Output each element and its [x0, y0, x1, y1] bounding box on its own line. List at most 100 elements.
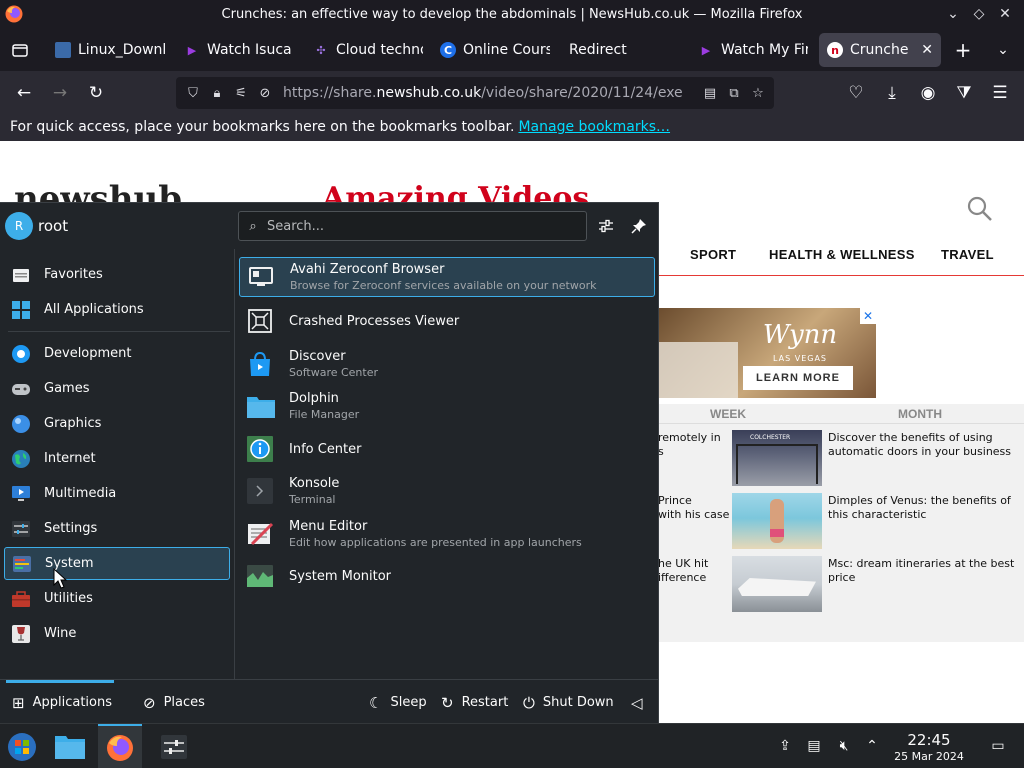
app-crashed-processes-viewer[interactable]: Crashed Processes Viewer [239, 301, 655, 341]
tab-linux-download[interactable]: Linux_Downl [47, 33, 173, 67]
app-info-center[interactable]: Info Center [239, 429, 655, 469]
nav-sport[interactable]: SPORT [690, 247, 736, 262]
permissions-icon[interactable]: ⚟ [229, 81, 253, 105]
nav-health-wellness[interactable]: HEALTH & WELLNESS [769, 247, 915, 262]
mouse-cursor-icon [53, 568, 67, 589]
places-tab[interactable]: ⊘ Places [143, 680, 205, 725]
story-fragment-2[interactable]: Prince with his case [658, 494, 729, 522]
launcher-search-input[interactable] [267, 218, 567, 234]
launcher-search[interactable]: ⌕ [238, 211, 587, 241]
picture-in-picture-icon[interactable]: ⧉ [722, 81, 746, 105]
tab-month[interactable]: MONTH [898, 407, 942, 421]
category-system[interactable]: System [4, 547, 230, 580]
taskbar-firefox[interactable] [98, 724, 142, 768]
tab-online-courses[interactable]: C Online Cours [432, 33, 558, 67]
ad-close-icon[interactable]: ✕ [860, 308, 876, 324]
tab-cloud-technology[interactable]: ✣ Cloud techno [305, 33, 431, 67]
story-fragment-1[interactable]: remotely in s [658, 431, 721, 459]
app-menu-editor[interactable]: Menu Editor Edit how applications are pre… [239, 514, 655, 554]
lock-icon[interactable]: 🔒︎ [205, 81, 229, 105]
story-link-2[interactable]: Dimples of Venus: the benefits of this ch… [828, 494, 1011, 522]
category-games[interactable]: Games [4, 372, 230, 405]
tab-overview-button[interactable] [6, 33, 34, 67]
extensions-icon[interactable]: ⧩ [950, 79, 978, 107]
reader-view-icon[interactable]: ▤ [698, 81, 722, 105]
category-graphics[interactable]: Graphics [4, 407, 230, 440]
close-window-icon[interactable]: ✕ [994, 4, 1016, 24]
bookmark-star-icon[interactable]: ☆ [746, 81, 770, 105]
clipboard-icon[interactable]: ▤ [804, 736, 824, 756]
shield-icon[interactable]: ⛉ [181, 81, 205, 105]
app-dolphin[interactable]: Dolphin File Manager [239, 386, 655, 426]
category-settings[interactable]: Settings [4, 512, 230, 545]
story-thumbnail[interactable] [732, 556, 822, 612]
category-utilities[interactable]: Utilities [4, 582, 230, 615]
close-tab-icon[interactable]: ✕ [921, 42, 933, 58]
app-discover[interactable]: Discover Software Center [239, 344, 655, 384]
account-icon[interactable]: ◉ [914, 79, 942, 107]
tab-redirect[interactable]: Redirect [561, 33, 687, 67]
story-thumbnail[interactable] [732, 493, 822, 549]
url-text[interactable]: https://share.newshub.co.uk/video/share/… [277, 85, 698, 101]
manage-bookmarks-link[interactable]: Manage bookmarks… [518, 119, 670, 135]
story-link-3[interactable]: Msc: dream itineraries at the best price [828, 557, 1014, 585]
downloads-icon[interactable]: ⤓ [878, 79, 906, 107]
start-menu-button[interactable] [0, 724, 44, 768]
restart-button[interactable]: ↻ Restart [441, 680, 508, 725]
app-avahi-zeroconf-browser[interactable]: Avahi Zeroconf Browser Browse for Zerocon… [239, 257, 655, 297]
category-all-applications[interactable]: All Applications [4, 293, 230, 326]
search-icon: ⌕ [249, 218, 257, 234]
tab-watch-isuca[interactable]: ▶ Watch Isuca [176, 33, 302, 67]
application-launcher: R root ⌕ Favorites All Applications Deve… [0, 202, 659, 723]
minimize-icon[interactable]: ⌄ [942, 4, 964, 24]
site-search-icon[interactable] [966, 195, 994, 223]
pin-icon[interactable] [626, 213, 652, 239]
tray-expand-icon[interactable]: ⌃ [862, 736, 882, 756]
applications-tab[interactable]: ⊞ Applications [12, 680, 112, 725]
back-icon[interactable]: ← [10, 79, 38, 107]
menu-hamburger-icon[interactable]: ☰ [986, 79, 1014, 107]
tab-manager-icon [12, 44, 28, 57]
category-internet[interactable]: Internet [4, 442, 230, 475]
app-konsole[interactable]: Konsole Terminal [239, 471, 655, 511]
tab-watch-my-first[interactable]: ▶ Watch My Fir [690, 33, 816, 67]
category-multimedia[interactable]: Multimedia [4, 477, 230, 510]
compass-icon: ⊘ [143, 693, 156, 712]
leave-more-button[interactable]: ◁ [631, 680, 643, 725]
applications-grid-icon: ⊞ [12, 693, 25, 712]
category-favorites[interactable]: Favorites [4, 258, 230, 291]
development-icon [10, 343, 32, 365]
clock[interactable]: 22:45 25 Mar 2024 [888, 731, 970, 763]
taskbar-system-settings[interactable] [152, 724, 196, 768]
maximize-icon[interactable]: ◇ [968, 4, 990, 24]
show-desktop-icon[interactable]: ▭ [988, 736, 1008, 756]
list-tabs-icon[interactable]: ⌄ [986, 33, 1020, 67]
nav-travel[interactable]: TRAVEL [941, 247, 994, 262]
configure-icon[interactable] [593, 213, 619, 239]
app-system-monitor[interactable]: System Monitor [239, 556, 655, 596]
settings-sliders-icon [161, 734, 187, 759]
user-avatar[interactable]: R [5, 212, 33, 240]
story-fragment-3[interactable]: he UK hit ifference [658, 557, 708, 585]
forward-icon[interactable]: → [46, 79, 74, 107]
taskbar-file-manager[interactable] [48, 724, 92, 768]
autoplay-blocked-icon[interactable]: ⊘ [253, 81, 277, 105]
pocket-icon[interactable]: ♡ [842, 79, 870, 107]
update-notifier-icon[interactable]: ⇪ [775, 736, 795, 756]
new-tab-icon[interactable]: + [946, 33, 980, 67]
sleep-button[interactable]: ☾ Sleep [369, 680, 427, 725]
reload-icon[interactable]: ↻ [82, 79, 110, 107]
url-bar[interactable]: ⛉ 🔒︎ ⚟ ⊘ https://share.newshub.co.uk/vid… [176, 77, 774, 109]
category-wine[interactable]: Wine [4, 617, 230, 650]
bookmarks-toolbar: For quick access, place your bookmarks h… [0, 113, 1024, 141]
story-link-1[interactable]: Discover the benefits of using automatic … [828, 431, 1011, 459]
category-development[interactable]: Development [4, 337, 230, 370]
bookmarks-hint: For quick access, place your bookmarks h… [10, 119, 515, 135]
tab-week[interactable]: WEEK [710, 407, 746, 421]
volume-muted-icon[interactable]: 🔇︎ [834, 736, 854, 756]
story-thumbnail[interactable]: COLCHESTER [732, 430, 822, 486]
learn-more-button[interactable]: LEARN MORE [743, 366, 853, 390]
wynn-advertisement[interactable]: Wynn LAS VEGAS LEARN MORE ✕ [658, 308, 876, 398]
tab-crunches[interactable]: n Crunches: ✕ [819, 33, 941, 67]
shutdown-button[interactable]: ⏻ Shut Down [523, 680, 614, 725]
